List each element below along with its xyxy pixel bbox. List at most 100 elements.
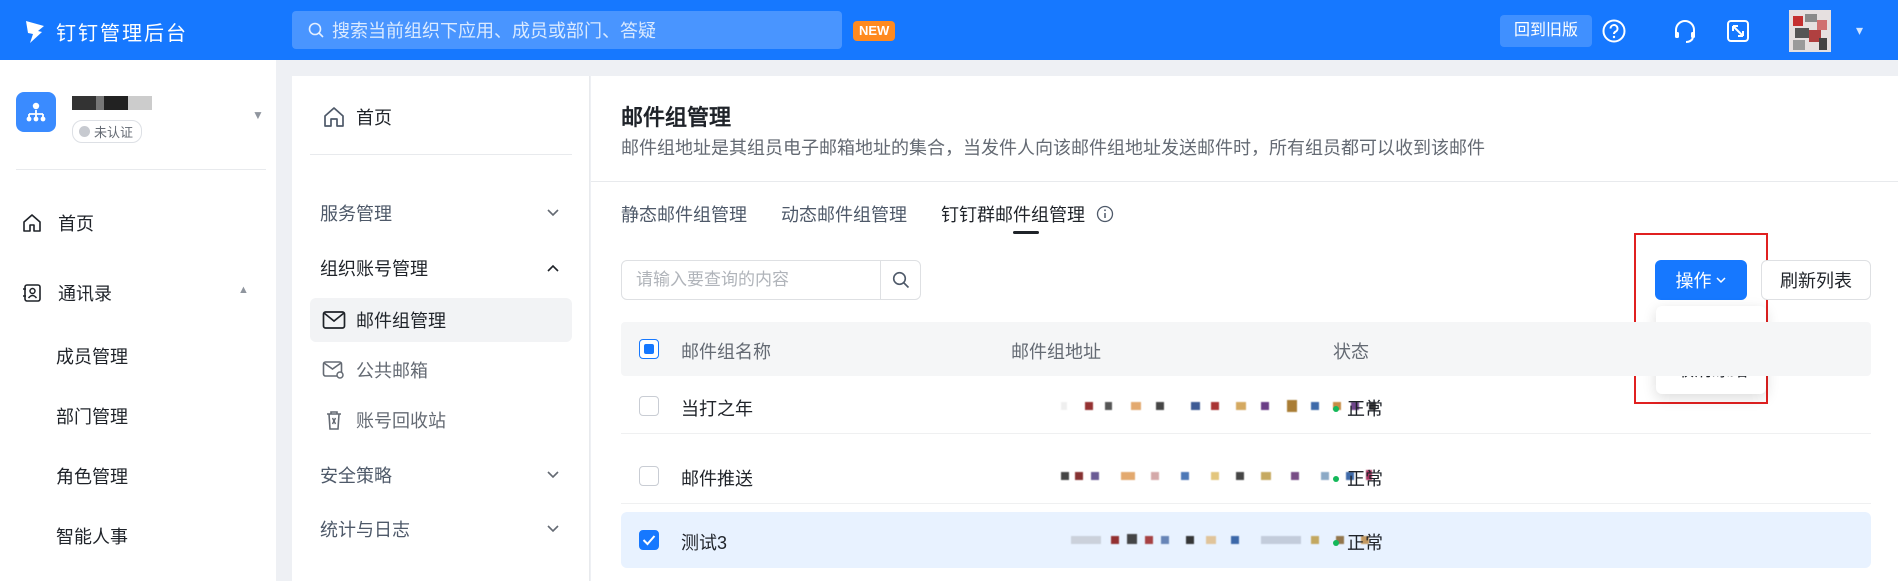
status-ok-icon (1333, 540, 1339, 546)
sidebar-item-roles[interactable]: 角色管理 (56, 463, 128, 489)
search-icon (308, 22, 324, 38)
menu-group-org-account[interactable]: 组织账号管理 (320, 255, 560, 281)
page-title: 邮件组管理 (621, 105, 732, 130)
menu-group-stats-logs[interactable]: 统计与日志 (320, 516, 560, 542)
column-header-address: 邮件组地址 (1011, 342, 1101, 362)
app-logo[interactable]: 钉钉管理后台 (24, 17, 188, 46)
menu-group-stats-logs-label: 统计与日志 (320, 520, 410, 540)
secondary-divider (310, 154, 572, 155)
query-box (621, 260, 921, 300)
chevron-down-icon (547, 209, 559, 217)
org-verification-badge: 未认证 (72, 120, 143, 143)
trash-icon (327, 411, 341, 430)
row-name: 测试3 (681, 533, 728, 553)
table-row[interactable]: 邮件推送 正常 (621, 448, 1871, 504)
secondary-home-link[interactable]: 首页 (322, 104, 392, 130)
menu-group-security-label: 安全策略 (320, 466, 392, 486)
table-row[interactable]: 测试3 正常 (621, 512, 1871, 568)
sidebar-item-smart-hr[interactable]: 智能人事 (56, 523, 128, 549)
menu-item-public-mailbox[interactable]: 公共邮箱 (310, 348, 572, 392)
menu-item-public-mailbox-label: 公共邮箱 (356, 361, 428, 381)
chevron-down-icon (1715, 277, 1726, 284)
contacts-icon (23, 284, 41, 302)
row-checkbox[interactable] (639, 530, 659, 550)
fullscreen-icon[interactable] (1725, 18, 1751, 44)
menu-item-account-recycle[interactable]: 账号回收站 (310, 398, 572, 442)
home-icon (324, 107, 344, 127)
menu-group-service-label: 服务管理 (320, 204, 392, 224)
row-status: 正常 (1333, 465, 1383, 491)
org-name-redacted (72, 96, 152, 110)
row-status: 正常 (1333, 529, 1383, 555)
headset-icon[interactable] (1672, 18, 1698, 44)
sidebar-item-contacts-label: 通讯录 (58, 284, 112, 304)
left-sidebar: 未认证 ▼ 首页 通讯录 ▲ 成员管理 部门管理 角色管理 智能人事 (0, 60, 276, 581)
menu-group-org-account-label: 组织账号管理 (320, 259, 428, 279)
refresh-list-button[interactable]: 刷新列表 (1761, 260, 1871, 300)
operation-button-label: 操作 (1675, 271, 1712, 291)
chevron-up-icon (547, 264, 559, 272)
sidebar-item-members[interactable]: 成员管理 (56, 343, 128, 369)
sidebar-item-contacts[interactable]: 通讯录 (22, 280, 112, 306)
sidebar-item-home[interactable]: 首页 (22, 210, 94, 236)
menu-group-security[interactable]: 安全策略 (320, 462, 560, 488)
menu-group-service[interactable]: 服务管理 (320, 200, 560, 226)
operation-dropdown-button[interactable]: 操作 (1655, 260, 1747, 300)
account-caret-icon[interactable]: ▾ (1856, 22, 1863, 39)
help-icon[interactable] (1601, 18, 1627, 44)
org-switcher[interactable] (16, 92, 56, 132)
select-all-checkbox[interactable] (639, 339, 659, 359)
active-tab-indicator (1013, 231, 1039, 234)
sidebar-divider (16, 169, 266, 170)
query-input[interactable] (622, 261, 880, 299)
page-description: 邮件组地址是其组员电子邮箱地址的集合，当发件人向该邮件组地址发送邮件时，所有组员… (621, 138, 1485, 158)
menu-item-mail-group[interactable]: 邮件组管理 (310, 298, 572, 342)
table-row[interactable]: 当打之年 正常 (621, 378, 1871, 434)
row-status-label: 正常 (1347, 533, 1383, 553)
row-checkbox[interactable] (639, 396, 659, 416)
home-icon (23, 214, 41, 232)
row-name: 当打之年 (681, 399, 753, 419)
new-badge: NEW (853, 21, 896, 41)
org-logo-icon (16, 92, 56, 132)
collapse-arrow-icon[interactable]: ▲ (238, 284, 249, 296)
top-bar: 钉钉管理后台 搜索当前组织下应用、成员或部门、答疑 NEW 回到旧版 ▾ (0, 0, 1898, 60)
row-status-label: 正常 (1347, 469, 1383, 489)
row-status-label: 正常 (1347, 399, 1383, 419)
secondary-sidebar: 首页 服务管理 组织账号管理 邮件组管理 公共邮箱 账号回收站 安全策略 统计与… (292, 76, 590, 581)
user-avatar[interactable] (1789, 10, 1831, 52)
menu-item-mail-group-label: 邮件组管理 (356, 311, 446, 331)
secondary-home-label: 首页 (356, 108, 392, 128)
global-search-placeholder: 搜索当前组织下应用、成员或部门、答疑 (332, 21, 656, 41)
row-name: 邮件推送 (681, 469, 753, 489)
menu-item-account-recycle-label: 账号回收站 (356, 411, 446, 431)
dingtalk-logo-icon (26, 20, 44, 43)
header-divider (591, 181, 1898, 182)
info-icon[interactable] (1096, 205, 1114, 223)
app-title: 钉钉管理后台 (56, 23, 188, 45)
org-switch-caret-icon[interactable]: ▼ (252, 108, 264, 122)
sidebar-item-home-label: 首页 (58, 214, 94, 234)
global-search-input[interactable]: 搜索当前组织下应用、成员或部门、答疑 (292, 11, 842, 49)
redacted-address (1061, 400, 1376, 412)
tab-dingtalk-group-mail-label: 钉钉群邮件组管理 (941, 205, 1085, 225)
column-header-name: 邮件组名称 (681, 342, 771, 362)
chevron-down-icon (547, 525, 559, 533)
row-checkbox[interactable] (639, 466, 659, 486)
redacted-address (1061, 470, 1372, 480)
column-header-status: 状态 (1333, 342, 1369, 362)
tab-dynamic-mail-group[interactable]: 动态邮件组管理 (781, 201, 907, 227)
main-content: 邮件组管理 邮件组地址是其组员电子邮箱地址的集合，当发件人向该邮件组地址发送邮件… (591, 76, 1898, 581)
redacted-address (1071, 534, 1369, 544)
status-ok-icon (1333, 406, 1339, 412)
table-header: 邮件组名称 邮件组地址 状态 (621, 322, 1871, 376)
mail-icon (322, 311, 346, 329)
status-ok-icon (1333, 476, 1339, 482)
tab-static-mail-group[interactable]: 静态邮件组管理 (621, 201, 747, 227)
checkmark-icon (642, 535, 656, 546)
query-search-button[interactable] (880, 261, 920, 299)
sidebar-item-departments[interactable]: 部门管理 (56, 403, 128, 429)
back-to-old-version-button[interactable]: 回到旧版 (1500, 15, 1593, 47)
tab-dingtalk-group-mail[interactable]: 钉钉群邮件组管理 (941, 201, 1114, 227)
unverified-icon (79, 126, 90, 137)
